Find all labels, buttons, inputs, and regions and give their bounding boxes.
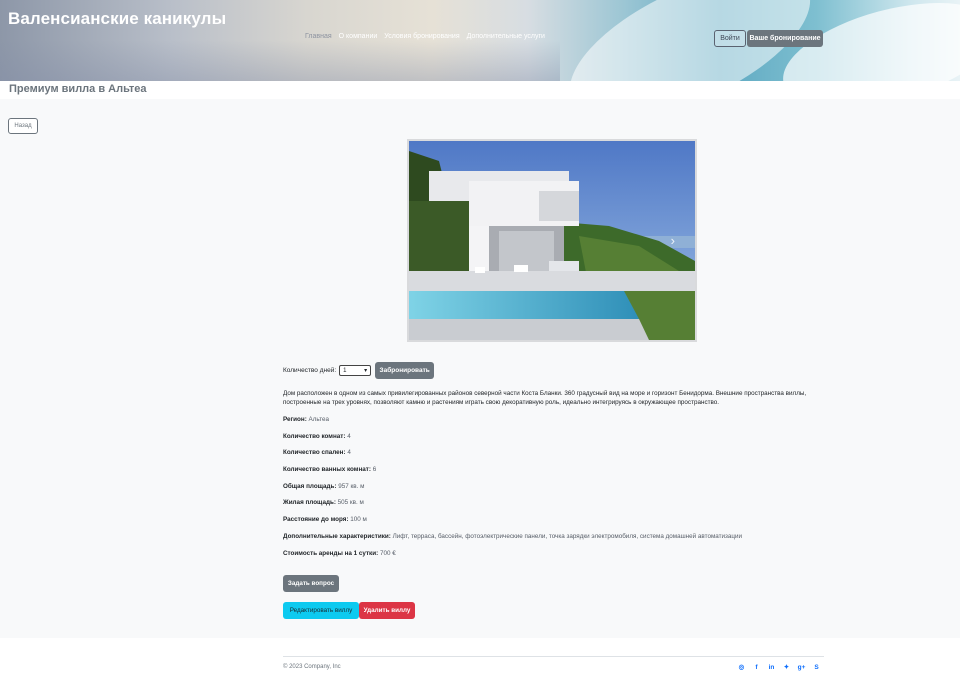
footer-divider [283, 656, 824, 657]
property-label: Стоимость аренды на 1 сутки: [283, 549, 379, 557]
property-value: Лифт, терраса, бассейн, фотоэлектрически… [392, 532, 743, 540]
skype-icon[interactable]: S [813, 663, 820, 671]
google-plus-icon[interactable]: g+ [798, 663, 806, 671]
ask-question-button[interactable]: Задать вопрос [283, 575, 339, 592]
villa-properties: Регион: Альтеа Количество комнат: 4 Коли… [283, 415, 843, 565]
property-living-area: Жилая площадь: 505 кв. м [283, 498, 843, 515]
property-value: Альтеа [308, 416, 330, 423]
property-label: Жилая площадь: [283, 499, 336, 507]
book-button[interactable]: Забронировать [375, 362, 435, 379]
property-sea-distance: Расстояние до моря: 100 м [283, 515, 843, 532]
nav-item-extra-services[interactable]: Дополнительные услуги [467, 33, 545, 40]
property-value: 957 кв. м [338, 482, 365, 490]
days-select[interactable]: 1 ▾ [339, 365, 372, 376]
property-value: 4 [347, 449, 351, 457]
nav-item-booking-terms[interactable]: Условия бронирования [384, 33, 459, 40]
instagram-icon[interactable]: ◎ [738, 663, 745, 671]
property-label: Количество комнат: [283, 432, 346, 440]
property-label: Количество спален: [283, 449, 346, 457]
villa-description: Дом расположен в одном из самых привилег… [283, 390, 807, 406]
edit-villa-button[interactable]: Редактировать виллу [283, 602, 359, 619]
property-region: Регион: Альтеа [283, 415, 843, 432]
linkedin-icon[interactable]: in [768, 663, 775, 671]
hero-sand [0, 40, 560, 81]
property-label: Общая площадь: [283, 482, 337, 490]
your-booking-button[interactable]: Ваше бронирование [747, 30, 823, 47]
property-label: Количество ванных комнат: [283, 466, 371, 474]
property-value: 6 [372, 466, 377, 474]
main-nav: Главная О компании Условия бронирования … [305, 33, 545, 40]
property-value: 505 кв. м [337, 499, 364, 507]
page-title: Премиум вилла в Альтеа [9, 83, 147, 95]
property-label: Расстояние до моря: [283, 516, 349, 524]
property-label: Дополнительные характеристики: [283, 532, 391, 540]
nav-item-home[interactable]: Главная [305, 33, 332, 40]
property-bathrooms: Количество ванных комнат: 6 [283, 465, 843, 482]
facebook-icon[interactable]: f [753, 663, 760, 671]
villa-photo [409, 141, 695, 340]
twitter-icon[interactable]: ✦ [783, 663, 790, 671]
chevron-right-icon[interactable]: › [671, 233, 675, 248]
villa-photo-carousel[interactable]: › [407, 139, 697, 342]
booking-row: Количество дней: 1 ▾ Забронировать [283, 362, 435, 379]
property-rooms: Количество комнат: 4 [283, 432, 843, 449]
footer-copyright: © 2023 Company, Inc [283, 664, 341, 670]
nav-item-about[interactable]: О компании [339, 33, 378, 40]
property-bedrooms: Количество спален: 4 [283, 448, 843, 465]
property-total-area: Общая площадь: 957 кв. м [283, 482, 843, 499]
delete-villa-button[interactable]: Удалить виллу [359, 602, 415, 619]
property-value: 4 [347, 432, 351, 440]
property-value: 700 € [379, 549, 396, 557]
brand-title[interactable]: Валенсианские каникулы [8, 9, 226, 29]
property-features: Дополнительные характеристики: Лифт, тер… [283, 532, 843, 549]
property-label: Регион: [283, 416, 307, 423]
chevron-down-icon: ▾ [364, 368, 368, 374]
property-value: 100 м [350, 516, 367, 524]
days-label: Количество дней: [283, 367, 337, 374]
property-daily-price: Стоимость аренды на 1 сутки: 700 € [283, 549, 843, 566]
login-button[interactable]: Войти [714, 30, 746, 47]
days-select-value: 1 [343, 367, 347, 374]
social-links: ◎ f in ✦ g+ S [738, 663, 820, 672]
back-button[interactable]: Назад [8, 118, 38, 134]
